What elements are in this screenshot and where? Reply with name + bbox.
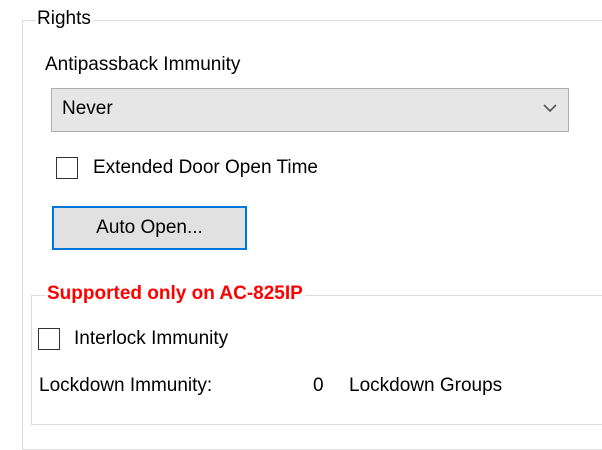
lockdown-immunity-label: Lockdown Immunity: <box>39 375 213 396</box>
chevron-down-icon[interactable] <box>542 100 558 116</box>
lockdown-groups-link[interactable]: Lockdown Groups <box>349 375 502 397</box>
extended-door-open-checkbox[interactable] <box>56 157 78 179</box>
ac825ip-groupbox <box>31 295 602 425</box>
antipassback-immunity-label: Antipassback Immunity <box>45 54 241 75</box>
interlock-immunity-checkbox[interactable] <box>38 328 60 350</box>
interlock-immunity-label[interactable]: Interlock Immunity <box>74 328 228 350</box>
auto-open-button-label: Auto Open... <box>96 217 203 238</box>
rights-groupbox-title: Rights <box>35 8 93 30</box>
rights-panel: { "rights": { "title": "Rights", "antipa… <box>0 0 602 450</box>
ac825ip-groupbox-title: Supported only on AC-825IP <box>45 283 305 305</box>
lockdown-immunity-count: 0 <box>313 375 324 396</box>
auto-open-button[interactable]: Auto Open... <box>52 206 247 250</box>
antipassback-immunity-dropdown[interactable]: Never <box>51 88 569 132</box>
antipassback-immunity-value: Never <box>62 98 113 119</box>
extended-door-open-label[interactable]: Extended Door Open Time <box>93 157 318 179</box>
